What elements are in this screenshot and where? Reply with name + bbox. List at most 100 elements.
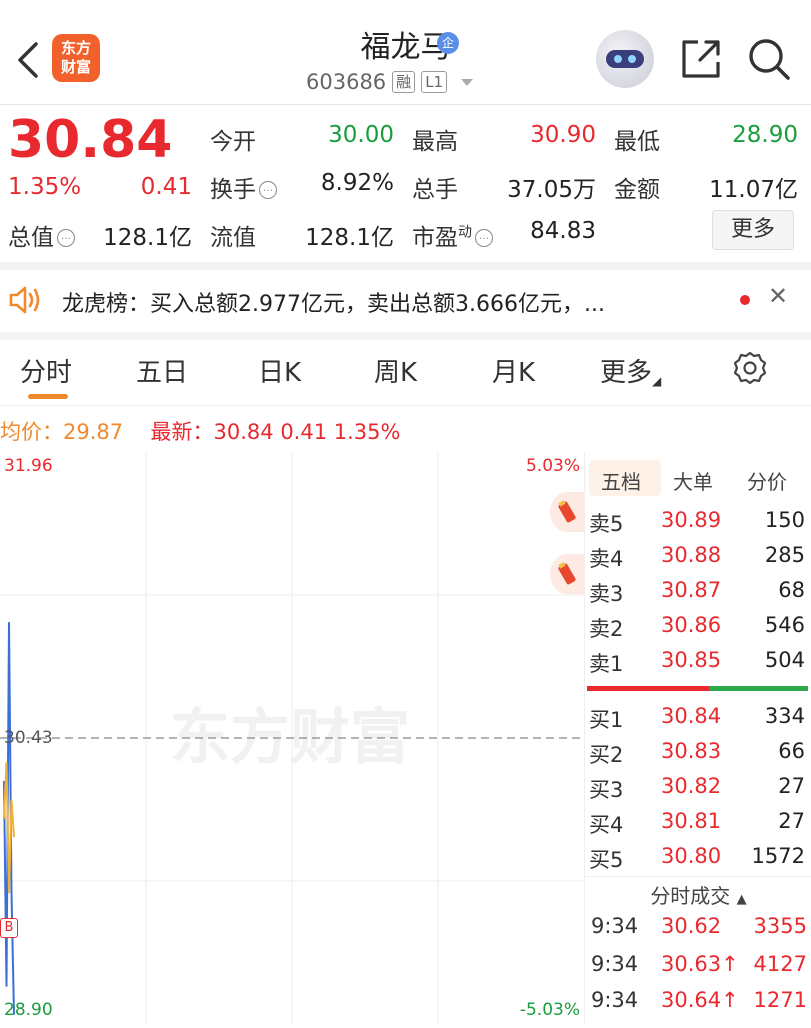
section-divider — [0, 332, 811, 340]
ask-row: 卖4 30.88 285 — [585, 543, 805, 578]
robot-face — [606, 50, 644, 68]
float-value: 128.1亿 — [305, 225, 394, 251]
ask-row: 卖2 30.86 546 — [585, 613, 805, 648]
trades-header[interactable]: 分时成交 ▲ — [585, 880, 811, 909]
pe-label-text: 市盈 — [412, 225, 458, 251]
bid-side: 买2 — [589, 743, 624, 767]
ask-price: 30.85 — [661, 648, 722, 672]
open-value: 30.00 — [328, 122, 394, 148]
unread-dot — [740, 295, 750, 305]
pe-value: 84.83 — [530, 218, 596, 244]
close-icon[interactable]: ✕ — [768, 282, 788, 310]
tab-large-orders[interactable]: 大单 — [673, 466, 713, 495]
mktcap-label-text: 总值 — [8, 225, 54, 251]
ratio-bar-down — [709, 686, 808, 691]
bid-price: 30.81 — [661, 809, 722, 833]
ask-volume: 285 — [764, 543, 805, 567]
search-icon — [749, 39, 790, 80]
enterprise-badge: 企 — [437, 32, 459, 54]
dropdown-arrow-icon — [461, 78, 474, 86]
caret-up-icon: ▲ — [736, 892, 747, 907]
avg-latest-row: 均价：29.87 最新：30.84 0.41 1.35% — [0, 416, 400, 446]
trade-volume: 1271 — [753, 988, 807, 1012]
info-icon[interactable]: … — [475, 229, 493, 247]
low-value: 28.90 — [732, 122, 798, 148]
trade-volume: 4127 — [753, 952, 807, 976]
intraday-chart[interactable]: 东方财富 31.96 30.43 28.90 5.03% -5.03% B — [0, 452, 584, 1024]
tab-five-day[interactable]: 五日 — [136, 352, 188, 389]
ask-side: 卖4 — [589, 547, 624, 571]
divider — [0, 405, 811, 406]
bid-volume: 1572 — [751, 844, 805, 868]
info-icon[interactable]: … — [57, 229, 75, 247]
gear-icon — [733, 351, 767, 385]
amount-value: 11.07亿 — [709, 177, 798, 203]
bid-side: 买5 — [589, 848, 624, 872]
tab-price-distribution[interactable]: 分价 — [747, 466, 787, 495]
pe-sup: 动 — [458, 224, 472, 241]
bid-side: 买3 — [589, 778, 624, 802]
ask-row: 卖1 30.85 504 — [585, 648, 805, 683]
search-button[interactable] — [746, 36, 792, 82]
y-axis-mid-label: 30.43 — [4, 728, 53, 748]
tab-monthly-k[interactable]: 月K — [492, 352, 535, 389]
ask-row: 卖5 30.89 150 — [585, 508, 805, 543]
corner-arrow-icon: ◢ — [652, 374, 662, 388]
pct-axis-bottom-label: -5.03% — [519, 1000, 580, 1020]
speaker-icon — [9, 286, 40, 314]
level-tag: L1 — [421, 71, 448, 93]
mktcap-value: 128.1亿 — [103, 225, 192, 251]
high-value: 30.90 — [530, 122, 596, 148]
news-ticker[interactable]: 龙虎榜：买入总额2.977亿元，卖出总额3.666亿元，... ✕ — [0, 270, 811, 332]
tab-intraday[interactable]: 分时 — [20, 352, 72, 389]
ask-price: 30.89 — [661, 508, 722, 532]
tab-daily-k[interactable]: 日K — [258, 352, 301, 389]
y-axis-bottom-label: 28.90 — [4, 1000, 53, 1020]
info-icon[interactable]: … — [259, 181, 277, 199]
high-label: 最高 — [412, 129, 458, 155]
ask-volume: 504 — [764, 648, 805, 672]
bid-volume: 66 — [778, 739, 805, 763]
open-label: 今开 — [210, 129, 256, 155]
ask-side: 卖5 — [589, 512, 624, 536]
bid-price: 30.83 — [661, 739, 722, 763]
turnover-label: 换手… — [210, 170, 277, 204]
bid-row: 买1 30.84 334 — [585, 704, 805, 739]
firecracker-icon[interactable] — [550, 554, 584, 594]
bid-row: 买5 30.80 1572 — [585, 844, 805, 879]
buy-marker[interactable]: B — [0, 918, 18, 938]
tab-more[interactable]: 更多◢ — [600, 352, 661, 389]
ask-volume: 546 — [764, 613, 805, 637]
firecracker-icon[interactable] — [550, 492, 584, 532]
share-button[interactable] — [678, 36, 724, 82]
float-label: 流值 — [210, 225, 256, 251]
ask-side: 卖1 — [589, 652, 624, 676]
ask-price: 30.86 — [661, 613, 722, 637]
stock-code-row[interactable]: 603686 融 L1 — [306, 70, 474, 94]
chart-canvas: 东方财富 — [0, 452, 584, 1024]
more-quote-button[interactable]: 更多 — [712, 210, 794, 250]
turnover-value: 8.92% — [320, 170, 394, 196]
pct-axis-top-label: 5.03% — [525, 456, 580, 476]
last-price: 30.84 — [8, 110, 173, 170]
robot-eye — [614, 55, 622, 63]
avg-label: 均价： — [0, 420, 63, 444]
chart-settings-button[interactable] — [732, 350, 768, 386]
tab-five-levels[interactable]: 五档 — [601, 466, 641, 495]
bid-volume: 27 — [778, 774, 805, 798]
ask-volume: 68 — [778, 578, 805, 602]
divider — [0, 104, 811, 105]
tab-weekly-k[interactable]: 周K — [374, 352, 417, 389]
ask-volume: 150 — [764, 508, 805, 532]
robot-eye — [628, 55, 636, 63]
bid-side: 买1 — [589, 708, 624, 732]
latest-value: 30.84 — [213, 420, 274, 444]
trade-time: 9:34 — [591, 988, 639, 1012]
y-axis-top-label: 31.96 — [4, 456, 53, 476]
ask-side: 卖2 — [589, 617, 624, 641]
trade-time: 9:34 — [591, 952, 639, 976]
margin-tag: 融 — [392, 71, 416, 93]
turnover-label-text: 换手 — [210, 177, 256, 203]
assistant-robot-icon[interactable] — [596, 30, 654, 88]
volume-label: 总手 — [412, 177, 458, 203]
